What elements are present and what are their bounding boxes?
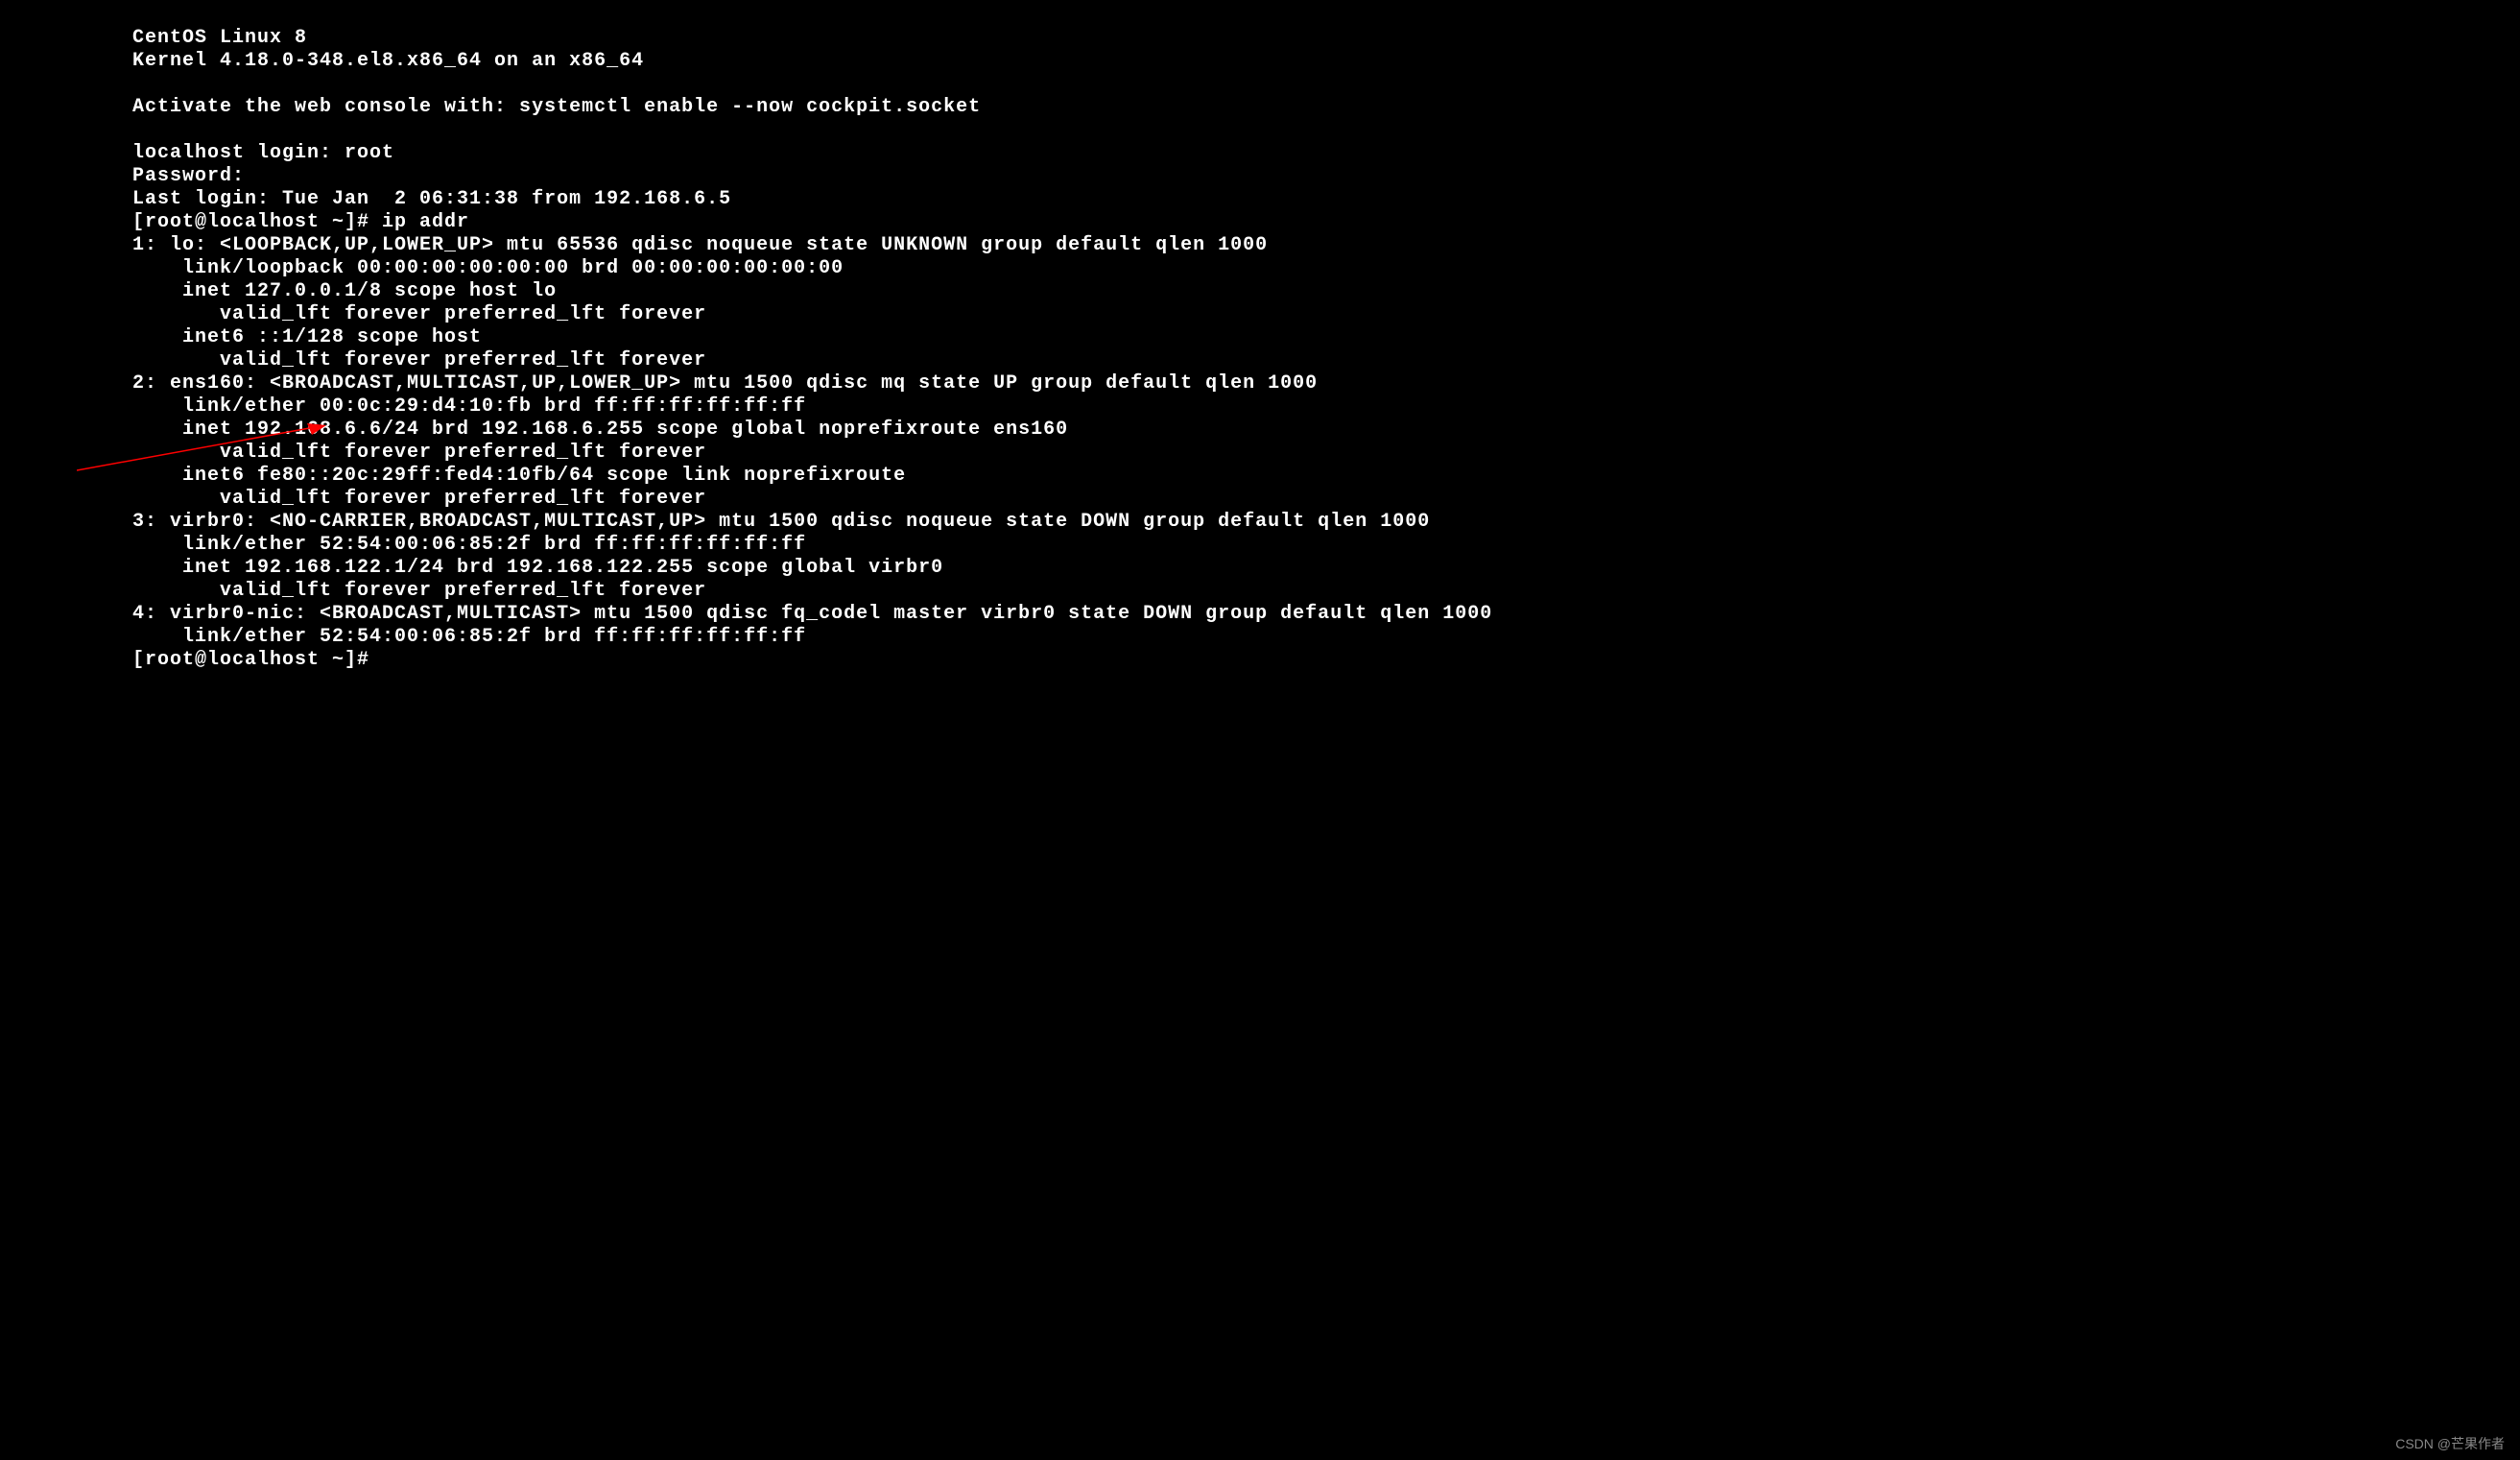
terminal-line: CentOS Linux 8 — [132, 27, 2520, 50]
terminal-line: inet 127.0.0.1/8 scope host lo — [132, 280, 2520, 303]
terminal-line: 3: virbr0: <NO-CARRIER,BROADCAST,MULTICA… — [132, 511, 2520, 534]
terminal-line: valid_lft forever preferred_lft forever — [132, 442, 2520, 465]
terminal-line: localhost login: root — [132, 142, 2520, 165]
terminal-line: inet6 fe80::20c:29ff:fed4:10fb/64 scope … — [132, 465, 2520, 488]
terminal-line: link/loopback 00:00:00:00:00:00 brd 00:0… — [132, 257, 2520, 280]
terminal-line: 1: lo: <LOOPBACK,UP,LOWER_UP> mtu 65536 … — [132, 234, 2520, 257]
terminal-line: Last login: Tue Jan 2 06:31:38 from 192.… — [132, 188, 2520, 211]
terminal-line: 4: virbr0-nic: <BROADCAST,MULTICAST> mtu… — [132, 603, 2520, 626]
terminal-line: link/ether 00:0c:29:d4:10:fb brd ff:ff:f… — [132, 395, 2520, 419]
terminal-line: [root@localhost ~]# ip addr — [132, 211, 2520, 234]
terminal-line: 2: ens160: <BROADCAST,MULTICAST,UP,LOWER… — [132, 372, 2520, 395]
terminal-line — [132, 73, 2520, 96]
terminal-line: valid_lft forever preferred_lft forever — [132, 349, 2520, 372]
terminal-output: CentOS Linux 8Kernel 4.18.0-348.el8.x86_… — [132, 27, 2520, 672]
terminal-line: link/ether 52:54:00:06:85:2f brd ff:ff:f… — [132, 534, 2520, 557]
terminal-line: valid_lft forever preferred_lft forever — [132, 303, 2520, 326]
watermark-text: CSDN @芒果作者 — [2395, 1436, 2505, 1452]
terminal-line: Kernel 4.18.0-348.el8.x86_64 on an x86_6… — [132, 50, 2520, 73]
terminal-line: inet6 ::1/128 scope host — [132, 326, 2520, 349]
terminal-line: link/ether 52:54:00:06:85:2f brd ff:ff:f… — [132, 626, 2520, 649]
terminal-line: [root@localhost ~]# — [132, 649, 2520, 672]
terminal-line: Activate the web console with: systemctl… — [132, 96, 2520, 119]
terminal-line: inet 192.168.6.6/24 brd 192.168.6.255 sc… — [132, 419, 2520, 442]
terminal-line: valid_lft forever preferred_lft forever — [132, 580, 2520, 603]
terminal-line: Password: — [132, 165, 2520, 188]
terminal-line: valid_lft forever preferred_lft forever — [132, 488, 2520, 511]
terminal-line: inet 192.168.122.1/24 brd 192.168.122.25… — [132, 557, 2520, 580]
terminal-line — [132, 119, 2520, 142]
